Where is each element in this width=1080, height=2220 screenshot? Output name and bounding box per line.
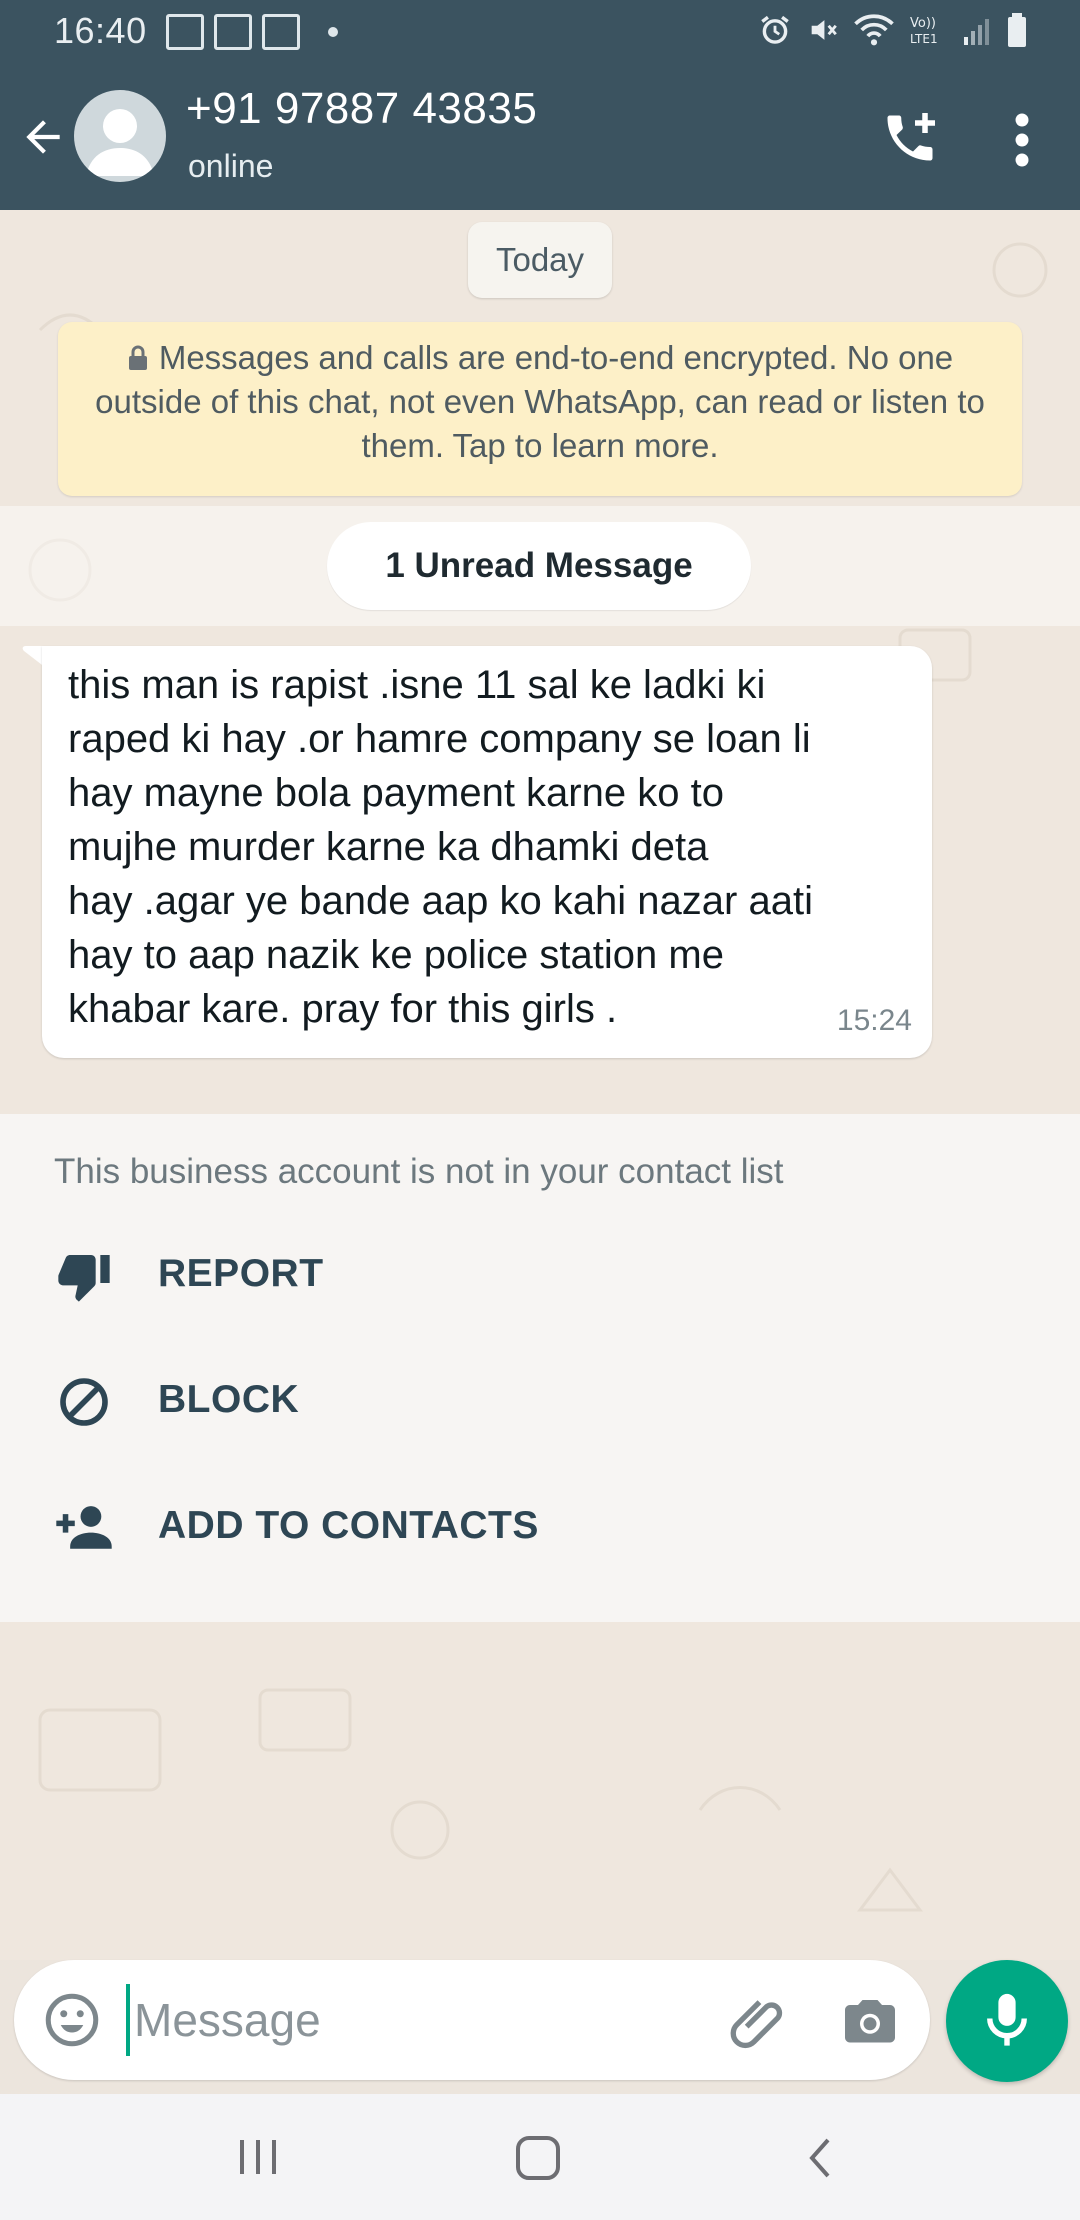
unread-message-label: 1 Unread Message — [327, 522, 751, 610]
nav-back-icon[interactable] — [800, 2134, 840, 2182]
encryption-notice-text: Messages and calls are end-to-end encryp… — [95, 339, 985, 464]
notification-app-icon-2 — [214, 14, 252, 50]
default-avatar-icon — [86, 109, 154, 176]
date-chip: Today — [468, 222, 612, 298]
add-call-icon[interactable] — [880, 108, 940, 168]
text-caret — [126, 1984, 130, 2056]
message-input[interactable] — [134, 1982, 694, 2058]
svg-text:LTE1: LTE1 — [910, 32, 938, 46]
more-notifications-dot-icon — [328, 27, 338, 37]
add-to-contacts-action[interactable]: ADD TO CONTACTS — [0, 1476, 1080, 1576]
block-icon — [60, 1378, 108, 1426]
camera-icon[interactable] — [840, 1990, 900, 2050]
volte-icon: Vo))LTE1 — [910, 16, 938, 46]
block-action[interactable]: BLOCK — [0, 1350, 1080, 1450]
message-line: raped ki hay .or hamre company se loan l… — [68, 717, 811, 761]
message-line: mujhe murder karne ka dhamki deta — [68, 825, 709, 869]
status-time: 16:40 — [54, 10, 147, 51]
alarm-icon — [761, 15, 789, 44]
recent-apps-icon[interactable] — [236, 2136, 280, 2178]
message-line: hay .agar ye bande aap ko kahi nazar aat… — [68, 879, 813, 923]
notification-app-icon — [166, 14, 204, 50]
svg-text:Vo)): Vo)) — [910, 16, 936, 31]
status-bar: 16:40 Vo)) LTE1 — [0, 0, 1080, 64]
more-options-icon[interactable] — [1004, 110, 1040, 170]
system-icons: Vo)) LTE1 — [758, 12, 1028, 48]
notification-image-icon — [262, 14, 300, 50]
signal-icon — [964, 19, 989, 45]
home-icon[interactable] — [512, 2134, 564, 2182]
contact-name[interactable]: +91 97887 43835 — [186, 84, 537, 134]
attach-icon[interactable] — [728, 1988, 792, 2052]
microphone-icon — [987, 1993, 1027, 2046]
incoming-message-bubble[interactable]: this man is rapist .isne 11 sal ke ladki… — [42, 646, 932, 1058]
thumb-down-icon — [58, 1255, 110, 1302]
message-line: hay to aap nazik ke police station me — [68, 933, 724, 977]
message-timestamp: 15:24 — [836, 1004, 912, 1037]
add-to-contacts-label: ADD TO CONTACTS — [158, 1504, 539, 1547]
lock-icon — [128, 345, 147, 370]
chat-area[interactable]: Today Messages and calls are end-to-end … — [0, 210, 1080, 1960]
voice-message-button[interactable] — [946, 1960, 1068, 2082]
chat-header: +91 97887 43835 online — [0, 64, 1080, 210]
message-line: hay mayne bola payment karne ko to — [68, 771, 724, 815]
battery-icon — [1008, 13, 1026, 47]
business-account-note: This business account is not in your con… — [54, 1152, 784, 1191]
wifi-icon — [854, 14, 894, 46]
message-line: khabar kare. pray for this girls . — [68, 987, 618, 1031]
encryption-notice[interactable]: Messages and calls are end-to-end encryp… — [58, 322, 1022, 496]
message-line: this man is rapist .isne 11 sal ke ladki… — [68, 663, 766, 707]
block-label: BLOCK — [158, 1378, 300, 1421]
contact-avatar[interactable] — [74, 90, 166, 182]
emoji-icon[interactable] — [42, 1990, 102, 2050]
mute-icon — [811, 20, 837, 40]
report-action[interactable]: REPORT — [0, 1224, 1080, 1324]
business-account-panel: This business account is not in your con… — [0, 1114, 1080, 1622]
message-composer — [14, 1960, 930, 2080]
notification-icons — [166, 14, 338, 50]
system-navigation-bar — [0, 2094, 1080, 2220]
contact-status: online — [188, 148, 274, 184]
report-label: REPORT — [158, 1252, 324, 1295]
add-person-icon — [56, 1506, 112, 1549]
back-arrow-icon[interactable] — [18, 112, 68, 162]
